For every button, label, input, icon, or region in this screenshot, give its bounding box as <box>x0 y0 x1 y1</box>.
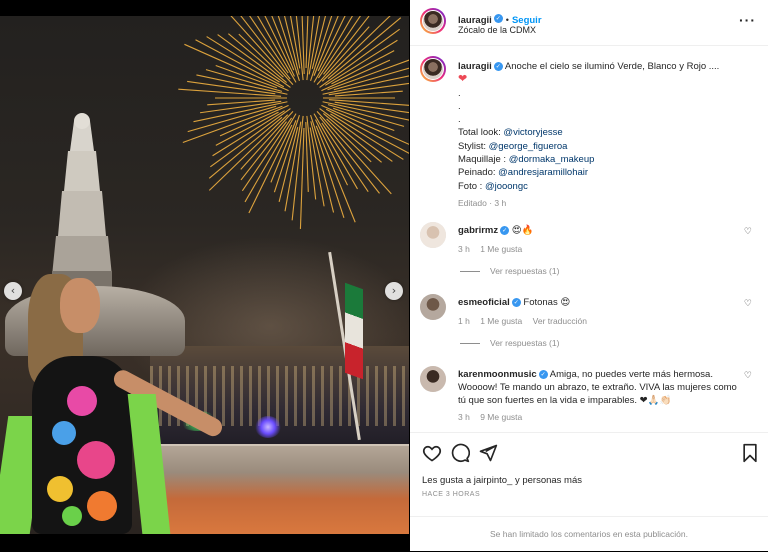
post-header: lauragii ✓ • Seguir Zócalo de la CDMX ··· <box>410 0 768 46</box>
firework-spark <box>187 80 276 95</box>
translate-link[interactable]: Ver traducción <box>533 316 587 326</box>
credit-line: Total look: @victoryjesse <box>458 127 563 139</box>
credit-line: Peinado: @andresjaramillohair <box>458 167 589 179</box>
commenter-avatar[interactable] <box>420 294 446 320</box>
comment-meta: 1 h 1 Me gusta Ver traducción <box>458 315 743 328</box>
firework-spark <box>248 124 293 214</box>
commenter-avatar[interactable] <box>420 222 446 248</box>
comment-heart-icon[interactable]: ♡ <box>744 370 752 381</box>
firework-spark <box>215 64 277 89</box>
liked-by-text[interactable]: Les gusta a jairpinto_ y personas más <box>422 475 582 486</box>
credit-handle[interactable]: @dormaka_makeup <box>509 154 595 165</box>
view-replies[interactable]: Ver respuestas (1) <box>460 338 559 348</box>
comment-body: gabrirmz ✓ 😍🔥 3 h 1 Me gusta <box>458 224 743 256</box>
post-modal: ‹ › lauragii ✓ • Seguir Zócalo de la CDMX ·… <box>0 0 768 551</box>
caption-text: lauragii ✓ Anoche el cielo se iluminó Ver… <box>458 60 758 210</box>
share-icon[interactable] <box>478 443 498 463</box>
comment-item: karenmoonmusic ✓ Amiga, no puedes verte m… <box>420 366 760 426</box>
heart-emoji: ❤ <box>458 73 468 86</box>
carousel-prev-button[interactable]: ‹ <box>4 282 22 300</box>
comment-text: 😍🔥 <box>511 225 534 236</box>
commenter-username[interactable]: esmeoficial <box>458 297 510 308</box>
verified-icon: ✓ <box>538 369 548 379</box>
verified-icon: ✓ <box>493 14 503 24</box>
credit-handle[interactable]: @jooongc <box>485 181 528 192</box>
commenter-username[interactable]: karenmoonmusic <box>458 369 537 380</box>
blue-light <box>255 416 281 438</box>
caption-dot: . <box>458 87 461 99</box>
post-details-panel: lauragii ✓ • Seguir Zócalo de la CDMX ··· l… <box>410 0 768 551</box>
credit-handle[interactable]: @george_figueroa <box>489 141 568 152</box>
comment-heart-icon[interactable]: ♡ <box>744 226 752 237</box>
comment-heart-icon[interactable]: ♡ <box>744 298 752 309</box>
caption-meta: Editado · 3 h <box>458 197 507 208</box>
post-actions: Les gusta a jairpinto_ y personas más HA… <box>410 432 768 551</box>
verified-icon: ✓ <box>493 61 503 71</box>
post-image[interactable]: ‹ › <box>0 16 409 534</box>
credit-line: Foto : @jooongc <box>458 180 528 192</box>
comment-likes[interactable]: 1 Me gusta <box>480 244 522 254</box>
city-buildings <box>150 346 409 456</box>
comment-time: 3 h <box>458 412 470 422</box>
view-replies[interactable]: Ver respuestas (1) <box>460 266 559 276</box>
stone-spire <box>52 113 112 291</box>
post-location[interactable]: Zócalo de la CDMX <box>458 25 536 35</box>
comments-limited-notice: Se han limitado los comentarios en esta … <box>410 516 768 552</box>
firework-spark <box>313 113 358 190</box>
stone-wall <box>150 446 409 534</box>
firework-spark <box>264 16 295 77</box>
face <box>60 278 100 333</box>
bookmark-icon[interactable] <box>740 443 760 463</box>
comment-likes[interactable]: 9 Me gusta <box>480 412 522 422</box>
firework-spark <box>187 105 277 133</box>
comment-meta: 3 h 9 Me gusta <box>458 411 743 424</box>
heart-icon[interactable] <box>422 443 442 463</box>
credit-line: Maquillaje : @dormaka_makeup <box>458 154 595 166</box>
firework-spark <box>321 104 409 145</box>
comment-icon[interactable] <box>450 443 470 463</box>
comment-body: karenmoonmusic ✓ Amiga, no puedes verte m… <box>458 368 743 424</box>
credit-handle[interactable]: @victoryjesse <box>503 127 562 138</box>
commenter-username[interactable]: gabrirmz <box>458 225 498 236</box>
carousel-next-button[interactable]: › <box>385 282 403 300</box>
comment-text: Fotonas 😍 <box>523 297 571 308</box>
credit-handle[interactable]: @andresjaramillohair <box>498 167 588 178</box>
caption-dot: . <box>458 100 461 112</box>
verified-icon: ✓ <box>500 225 510 235</box>
comment-time: 3 h <box>458 244 470 254</box>
credit-line: Stylist: @george_figueroa <box>458 140 568 152</box>
firework-spark <box>208 114 289 191</box>
firework-spark <box>319 116 380 194</box>
mexico-flag <box>345 282 363 380</box>
separator: • <box>505 15 509 25</box>
post-time: HACE 3 HORAS <box>422 491 481 498</box>
caption-avatar[interactable] <box>420 56 446 82</box>
verified-icon: ✓ <box>511 297 521 307</box>
commenter-avatar[interactable] <box>420 366 446 392</box>
caption-line: Anoche el cielo se iluminó Verde, Blanco… <box>504 61 720 72</box>
comment-meta: 3 h 1 Me gusta <box>458 243 743 256</box>
caption-username[interactable]: lauragii <box>458 61 492 72</box>
comment-body: esmeoficial ✓ Fotonas 😍 1 h 1 Me gusta Ve… <box>458 296 743 328</box>
comment-time: 1 h <box>458 316 470 326</box>
firework-spark <box>333 107 395 132</box>
author-avatar[interactable] <box>420 8 446 34</box>
comment-likes[interactable]: 1 Me gusta <box>480 316 522 326</box>
firework-spark <box>299 127 305 229</box>
firework-spark <box>305 121 309 192</box>
more-options-icon[interactable]: ··· <box>739 12 756 28</box>
caption-dot: . <box>458 114 461 126</box>
